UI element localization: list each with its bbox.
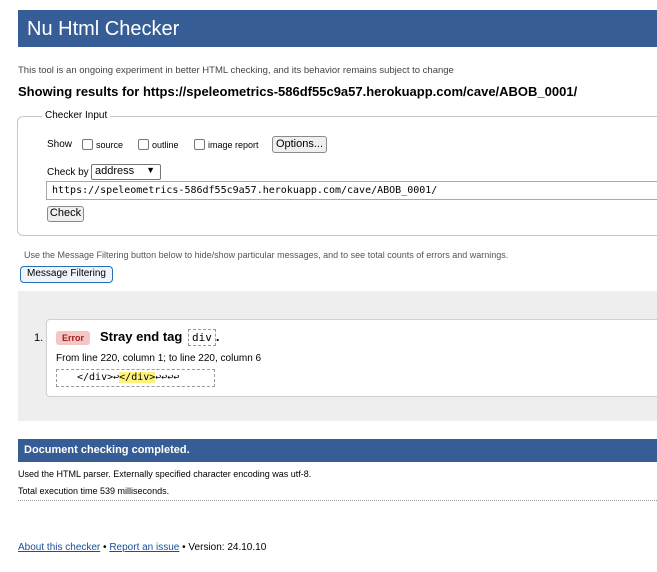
message-tag-code: div [187,329,216,346]
outline-checkbox[interactable] [138,139,149,150]
show-label: Show [47,139,73,150]
parser-info: Used the HTML parser. Externally specifi… [18,469,312,479]
checker-input-legend: Checker Input [42,110,111,121]
message-location: From line 220, column 1; to line 220, co… [56,353,262,364]
message-title-end: . [215,329,220,344]
execution-time-info: Total execution time 539 milliseconds. [18,486,170,496]
document-checking-completed: Document checking completed. [18,439,657,462]
check-button[interactable]: Check [47,206,84,222]
message-title: Stray end tag div. [100,329,220,346]
image-report-checkbox-label[interactable]: image report [208,140,259,150]
page-header: Nu Html Checker [18,10,657,47]
message-filtering-button[interactable]: Message Filtering [20,266,113,283]
divider [18,500,657,501]
showing-results-heading: Showing results for https://speleometric… [18,84,578,99]
extract-before: </div>↩ [77,372,120,383]
check-by-select[interactable]: address ▼ [91,164,161,180]
version-text: • Version: 24.10.10 [179,542,267,553]
extract-highlight: </div> [119,372,156,383]
extract-after: ↩↩↩↩ [155,372,180,383]
report-issue-link[interactable]: Report an issue [109,542,179,553]
filtering-description: Use the Message Filtering button below t… [24,250,509,260]
url-input[interactable]: https://speleometrics-586df55c9a57.herok… [46,181,657,200]
chevron-down-icon: ▼ [146,165,155,175]
message-title-text: Stray end tag [100,329,183,344]
page-title: Nu Html Checker [27,18,180,40]
intro-text: This tool is an ongoing experiment in be… [18,65,454,76]
check-by-label: Check by [47,167,89,178]
check-by-value: address [95,165,135,177]
outline-checkbox-label[interactable]: outline [152,140,179,150]
source-checkbox-label[interactable]: source [96,140,123,150]
code-extract: </div>↩</div>↩↩↩↩ [56,369,215,387]
message-number: 1. [34,332,44,344]
error-badge: Error [56,331,90,345]
source-checkbox[interactable] [82,139,93,150]
footer-separator: • [100,542,110,553]
image-report-checkbox[interactable] [194,139,205,150]
about-link[interactable]: About this checker [18,542,100,553]
options-button[interactable]: Options... [272,136,327,153]
footer: About this checker • Report an issue • V… [18,542,266,553]
